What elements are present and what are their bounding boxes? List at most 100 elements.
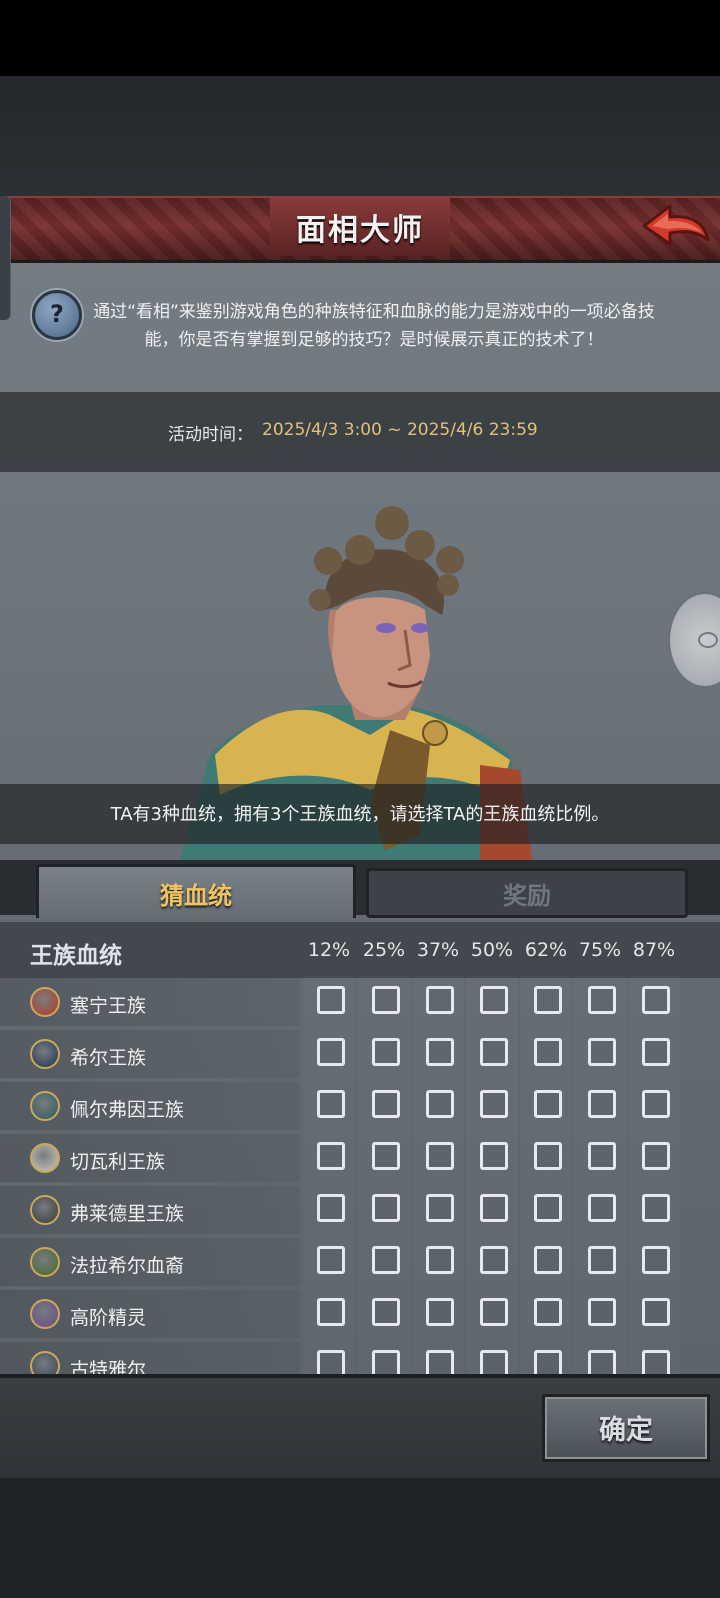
bloodline-name: 弗莱德里王族 xyxy=(70,1203,185,1225)
percent-checkbox[interactable] xyxy=(534,1298,562,1326)
event-description: 通过“看相”来鉴别游戏角色的种族特征和血脉的能力是游戏中的一项必备技能，你是否有… xyxy=(93,302,655,350)
percent-checkbox[interactable] xyxy=(480,1194,508,1222)
percent-checkbox[interactable] xyxy=(317,986,345,1014)
bloodline-emblem-icon xyxy=(30,1195,60,1225)
percent-checkbox[interactable] xyxy=(588,1298,616,1326)
bloodline-name: 切瓦利王族 xyxy=(70,1151,166,1173)
bloodline-row: 佩尔弗因王族 xyxy=(0,1082,720,1132)
bloodline-emblem-icon xyxy=(30,1247,60,1277)
back-arrow-icon xyxy=(642,204,710,246)
percent-checkbox[interactable] xyxy=(317,1038,345,1066)
confirm-button-label[interactable]: 确定 xyxy=(542,1408,710,1447)
percent-checkbox[interactable] xyxy=(426,1298,454,1326)
percent-checkbox[interactable] xyxy=(642,986,670,1014)
percent-checkbox[interactable] xyxy=(317,1298,345,1326)
percent-checkbox[interactable] xyxy=(426,1246,454,1274)
percent-checkbox[interactable] xyxy=(642,1298,670,1326)
grid-header-title: 王族血统 xyxy=(30,943,122,969)
clue-text: TA有3种血统，拥有3个王族血统，请选择TA的王族血统比例。 xyxy=(110,804,610,825)
bloodline-name: 高阶精灵 xyxy=(70,1307,147,1329)
bloodline-row: 高阶精灵 xyxy=(0,1290,720,1340)
bloodline-emblem-icon xyxy=(30,1351,60,1374)
tab-rewards-label[interactable]: 奖励 xyxy=(366,876,688,911)
percent-checkbox[interactable] xyxy=(480,1350,508,1374)
bloodline-row: 古特雅尔 xyxy=(0,1342,720,1374)
percent-checkbox[interactable] xyxy=(534,1090,562,1118)
percent-checkbox[interactable] xyxy=(426,1142,454,1170)
percent-checkbox[interactable] xyxy=(317,1142,345,1170)
percent-header: 62% xyxy=(524,939,568,961)
bloodline-emblem-icon xyxy=(30,987,60,1017)
percent-checkbox[interactable] xyxy=(372,1194,400,1222)
percent-checkbox[interactable] xyxy=(372,1090,400,1118)
percent-header: 87% xyxy=(632,939,676,961)
percent-checkbox[interactable] xyxy=(534,1194,562,1222)
event-time-value: 2025/4/3 3:00 ~ 2025/4/6 23:59 xyxy=(262,420,538,440)
percent-checkbox[interactable] xyxy=(642,1246,670,1274)
percent-header: 25% xyxy=(362,939,406,961)
bloodline-row: 希尔王族 xyxy=(0,1030,720,1080)
side-edge-tab[interactable] xyxy=(0,196,11,320)
percent-checkbox[interactable] xyxy=(480,1038,508,1066)
percent-checkbox[interactable] xyxy=(642,1194,670,1222)
bloodline-emblem-icon xyxy=(30,1143,60,1173)
bloodline-emblem-icon xyxy=(30,1299,60,1329)
footer-backdrop xyxy=(0,1478,720,1598)
bloodline-name: 佩尔弗因王族 xyxy=(70,1099,185,1121)
percent-checkbox[interactable] xyxy=(372,1038,400,1066)
percent-checkbox[interactable] xyxy=(317,1194,345,1222)
bloodline-name: 希尔王族 xyxy=(70,1047,147,1069)
percent-checkbox[interactable] xyxy=(534,1350,562,1374)
percent-checkbox[interactable] xyxy=(588,1090,616,1118)
percent-checkbox[interactable] xyxy=(426,1038,454,1066)
percent-checkbox[interactable] xyxy=(534,1142,562,1170)
percent-checkbox[interactable] xyxy=(642,1142,670,1170)
percent-checkbox[interactable] xyxy=(588,1194,616,1222)
percent-checkbox[interactable] xyxy=(588,1142,616,1170)
back-button[interactable] xyxy=(640,200,712,252)
percent-checkbox[interactable] xyxy=(534,1038,562,1066)
bloodline-name: 法拉希尔血裔 xyxy=(70,1255,185,1277)
percent-checkbox[interactable] xyxy=(588,986,616,1014)
bloodline-name: 古特雅尔 xyxy=(70,1359,147,1374)
header-backdrop xyxy=(0,76,720,196)
percent-checkbox[interactable] xyxy=(372,1298,400,1326)
percent-checkbox[interactable] xyxy=(534,986,562,1014)
percent-checkbox[interactable] xyxy=(588,1350,616,1374)
percent-checkbox[interactable] xyxy=(534,1246,562,1274)
percent-checkbox[interactable] xyxy=(372,1246,400,1274)
percent-checkbox[interactable] xyxy=(372,1142,400,1170)
percent-checkbox[interactable] xyxy=(372,986,400,1014)
percent-header: 50% xyxy=(470,939,514,961)
percent-checkbox[interactable] xyxy=(426,1194,454,1222)
bloodline-row: 法拉希尔血裔 xyxy=(0,1238,720,1288)
bloodline-row: 切瓦利王族 xyxy=(0,1134,720,1184)
tab-guess-bloodline-label[interactable]: 猜血统 xyxy=(36,876,356,911)
percent-checkbox[interactable] xyxy=(426,1090,454,1118)
percent-checkbox[interactable] xyxy=(642,1350,670,1374)
percent-header: 12% xyxy=(307,939,351,961)
question-icon[interactable]: ? xyxy=(32,290,82,340)
percent-checkbox[interactable] xyxy=(642,1038,670,1066)
bloodline-name: 塞宁王族 xyxy=(70,995,147,1017)
percent-checkbox[interactable] xyxy=(588,1246,616,1274)
percent-checkbox[interactable] xyxy=(480,1298,508,1326)
percent-header: 37% xyxy=(416,939,460,961)
percent-checkbox[interactable] xyxy=(317,1246,345,1274)
percent-checkbox[interactable] xyxy=(480,986,508,1014)
percent-checkbox[interactable] xyxy=(588,1038,616,1066)
percent-checkbox[interactable] xyxy=(317,1090,345,1118)
status-bar-area xyxy=(0,0,720,76)
percent-checkbox[interactable] xyxy=(480,1090,508,1118)
percent-checkbox[interactable] xyxy=(426,1350,454,1374)
bloodline-emblem-icon xyxy=(30,1039,60,1069)
percent-checkbox[interactable] xyxy=(480,1142,508,1170)
percent-checkbox[interactable] xyxy=(426,986,454,1014)
percent-checkbox[interactable] xyxy=(317,1350,345,1374)
percent-checkbox[interactable] xyxy=(372,1350,400,1374)
bloodline-row: 塞宁王族 xyxy=(0,978,720,1028)
bloodline-emblem-icon xyxy=(30,1091,60,1121)
percent-checkbox[interactable] xyxy=(642,1090,670,1118)
percent-checkbox[interactable] xyxy=(480,1246,508,1274)
page-title: 面相大师 xyxy=(296,213,424,248)
